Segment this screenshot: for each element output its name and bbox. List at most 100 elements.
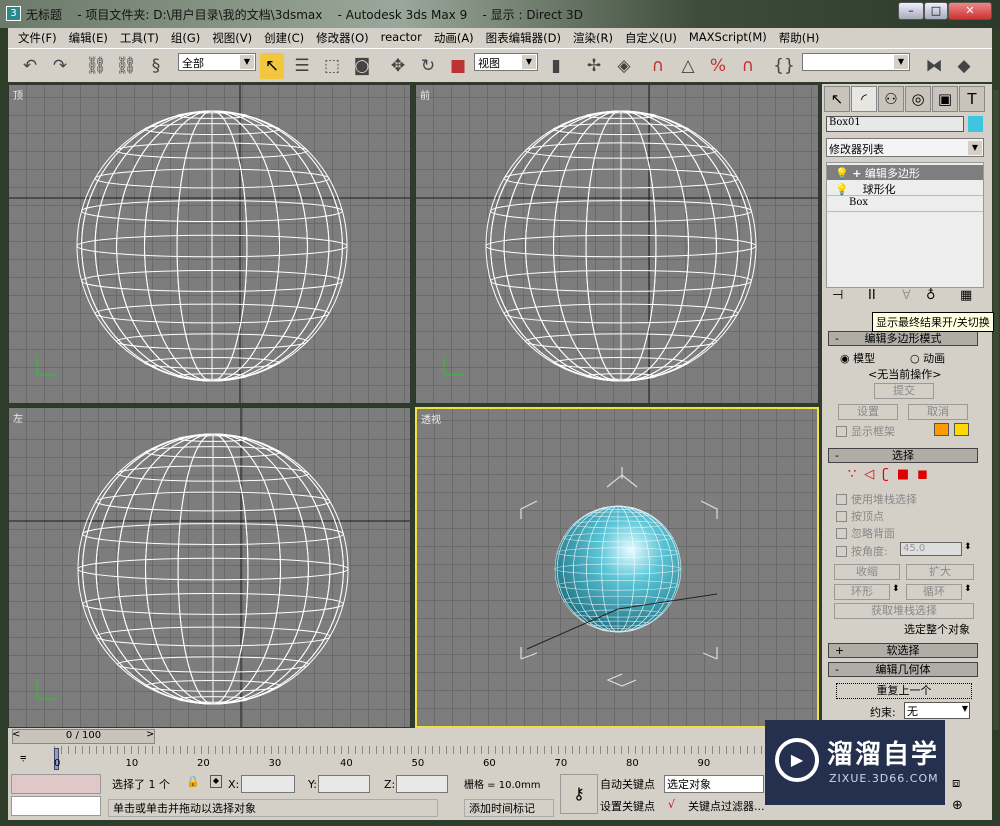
stack-item-box[interactable]: Box xyxy=(827,197,983,212)
rotate-icon[interactable]: ↻ xyxy=(416,53,440,79)
prev-frame-icon[interactable]: < xyxy=(12,729,20,740)
cancel-button[interactable]: 取消 xyxy=(908,404,968,420)
menu-item[interactable]: 文件(F) xyxy=(12,28,63,48)
loop-spinner[interactable]: ⬍ xyxy=(964,584,972,594)
repeat-last-button[interactable]: 重复上一个 xyxy=(836,683,972,699)
show-cage-checkbox[interactable]: 显示框架 xyxy=(836,423,895,439)
loop-button[interactable]: 循环 xyxy=(906,584,962,600)
ignore-backfacing-checkbox[interactable]: 忽略背面 xyxy=(836,525,895,541)
viewport-top[interactable]: 顶 xyxy=(8,84,411,404)
maxscript-listener-white[interactable] xyxy=(11,796,101,816)
subobject-level-icons[interactable]: ∵◁ʗ■◼ xyxy=(848,467,936,482)
cage-selected-color-swatch[interactable] xyxy=(954,423,969,436)
maximize-button[interactable]: □ xyxy=(924,2,948,20)
undo-icon[interactable]: ↶ xyxy=(18,53,42,79)
keyboard-shortcut-icon[interactable]: ◈ xyxy=(612,53,636,79)
lock-selection-icon[interactable]: 🔒 xyxy=(186,775,200,788)
move-icon[interactable]: ✥ xyxy=(386,53,410,79)
pivot-center-icon[interactable]: ▮ xyxy=(544,53,568,79)
viewport-left[interactable]: 左 xyxy=(8,407,411,728)
maxscript-listener-pink[interactable] xyxy=(11,774,101,794)
pin-stack-icon[interactable]: ⊣ xyxy=(832,288,843,303)
menu-item[interactable]: 动画(A) xyxy=(428,28,480,48)
rectangle-selection-icon[interactable]: ⬚ xyxy=(320,53,344,79)
object-name-field[interactable]: Box01 xyxy=(826,116,964,132)
scale-icon[interactable]: ■ xyxy=(446,53,470,79)
arc-rotate-icon[interactable]: ⊕ xyxy=(952,798,963,813)
animate-radio[interactable]: ○ 动画 xyxy=(910,350,945,366)
menu-item[interactable]: 渲染(R) xyxy=(567,28,619,48)
spinner-snap-icon[interactable]: ∩ xyxy=(736,53,760,79)
link-icon[interactable]: ⛓ xyxy=(84,53,108,79)
add-time-tag-button[interactable]: 添加时间标记 xyxy=(464,799,554,817)
percent-snap-icon[interactable]: % xyxy=(706,53,730,79)
angle-input[interactable]: 45.0 xyxy=(900,542,962,556)
x-coordinate-input[interactable] xyxy=(241,775,295,793)
viewport-perspective[interactable]: 透视 xyxy=(415,407,819,728)
rollout-selection[interactable]: - 选择 xyxy=(828,448,978,463)
key-mode-dropdown[interactable]: 选定对象 xyxy=(664,775,764,793)
reference-coordinate-dropdown[interactable]: 视图 ▼ xyxy=(474,53,538,71)
auto-key-button[interactable]: 自动关键点 xyxy=(600,776,655,792)
set-key-icon[interactable]: ⚷ xyxy=(560,774,598,814)
shrink-button[interactable]: 收缩 xyxy=(834,564,900,580)
make-unique-icon[interactable]: ∀ xyxy=(902,288,911,303)
select-object-icon[interactable]: ↖ xyxy=(260,53,284,79)
by-angle-checkbox[interactable]: 按角度: xyxy=(836,543,888,559)
menu-item[interactable]: 图表编辑器(D) xyxy=(480,28,567,48)
absolute-mode-icon[interactable]: ◆ xyxy=(210,775,222,788)
rollout-edit-poly-mode[interactable]: - 编辑多边形模式 xyxy=(828,331,978,346)
y-coordinate-input[interactable] xyxy=(318,775,370,793)
minimize-button[interactable]: – xyxy=(898,2,924,20)
menu-item[interactable]: 自定义(U) xyxy=(619,28,683,48)
curve-editor-icon[interactable]: ⩦ xyxy=(20,750,26,764)
display-tab-icon[interactable]: ▣ xyxy=(932,86,958,112)
rollout-edit-geometry[interactable]: - 编辑几何体 xyxy=(828,662,978,677)
stack-item-spherify[interactable]: 💡 球形化 xyxy=(827,181,983,196)
z-coordinate-input[interactable] xyxy=(396,775,448,793)
show-end-result-icon[interactable]: II xyxy=(868,288,876,303)
time-slider[interactable]: 0 / 100 xyxy=(12,729,155,744)
ring-button[interactable]: 环形 xyxy=(834,584,890,600)
menu-item[interactable]: 组(G) xyxy=(165,28,206,48)
viewport-front[interactable]: 前 xyxy=(415,84,819,404)
menu-item[interactable]: 工具(T) xyxy=(114,28,165,48)
unlink-icon[interactable]: ⛓ xyxy=(114,53,138,79)
named-selection-dropdown[interactable]: ▼ xyxy=(802,53,910,71)
menu-item[interactable]: 修改器(O) xyxy=(310,28,375,48)
edit-named-selection-icon[interactable]: {} xyxy=(772,53,796,79)
get-stack-selection-button[interactable]: 获取堆栈选择 xyxy=(834,603,974,619)
close-button[interactable]: ✕ xyxy=(948,2,992,20)
configure-modifier-sets-icon[interactable]: ▦ xyxy=(960,288,972,303)
ring-spinner[interactable]: ⬍ xyxy=(892,584,900,594)
window-crossing-icon[interactable]: ◙ xyxy=(350,53,374,79)
panel-scrollbar[interactable] xyxy=(993,90,999,730)
next-frame-icon[interactable]: > xyxy=(146,729,154,740)
model-radio[interactable]: ◉ 模型 xyxy=(840,350,875,366)
menu-item[interactable]: 帮助(H) xyxy=(773,28,826,48)
menu-item[interactable]: MAXScript(M) xyxy=(683,28,773,48)
select-manipulate-icon[interactable]: ✢ xyxy=(582,53,606,79)
motion-tab-icon[interactable]: ◎ xyxy=(905,86,931,112)
key-tangent-icon[interactable]: √ xyxy=(668,798,675,811)
remove-modifier-icon[interactable]: ♁ xyxy=(926,288,936,303)
redo-icon[interactable]: ↷ xyxy=(48,53,72,79)
hierarchy-tab-icon[interactable]: ⚇ xyxy=(878,86,904,112)
create-tab-icon[interactable]: ↖ xyxy=(824,86,850,112)
menu-item[interactable]: 创建(C) xyxy=(258,28,310,48)
zoom-extents-icon[interactable]: ⧈ xyxy=(952,776,960,791)
use-stack-selection-checkbox[interactable]: 使用堆栈选择 xyxy=(836,491,917,507)
utilities-tab-icon[interactable]: T xyxy=(959,86,985,112)
rollout-soft-selection[interactable]: + 软选择 xyxy=(828,643,978,658)
object-color-swatch[interactable] xyxy=(968,116,983,132)
angle-spinner[interactable]: ⬍ xyxy=(964,542,972,552)
set-key-button[interactable]: 设置关键点 xyxy=(600,798,655,814)
angle-snap-icon[interactable]: △ xyxy=(676,53,700,79)
snap-3d-icon[interactable]: ∩ xyxy=(646,53,670,79)
modify-tab-icon[interactable]: ◜ xyxy=(851,86,877,112)
cage-color-swatch[interactable] xyxy=(934,423,949,436)
select-by-name-icon[interactable]: ☰ xyxy=(290,53,314,79)
constraint-dropdown[interactable]: 无 ▼ xyxy=(904,702,970,719)
settings-button[interactable]: 设置 xyxy=(838,404,898,420)
commit-button[interactable]: 提交 xyxy=(874,383,934,399)
